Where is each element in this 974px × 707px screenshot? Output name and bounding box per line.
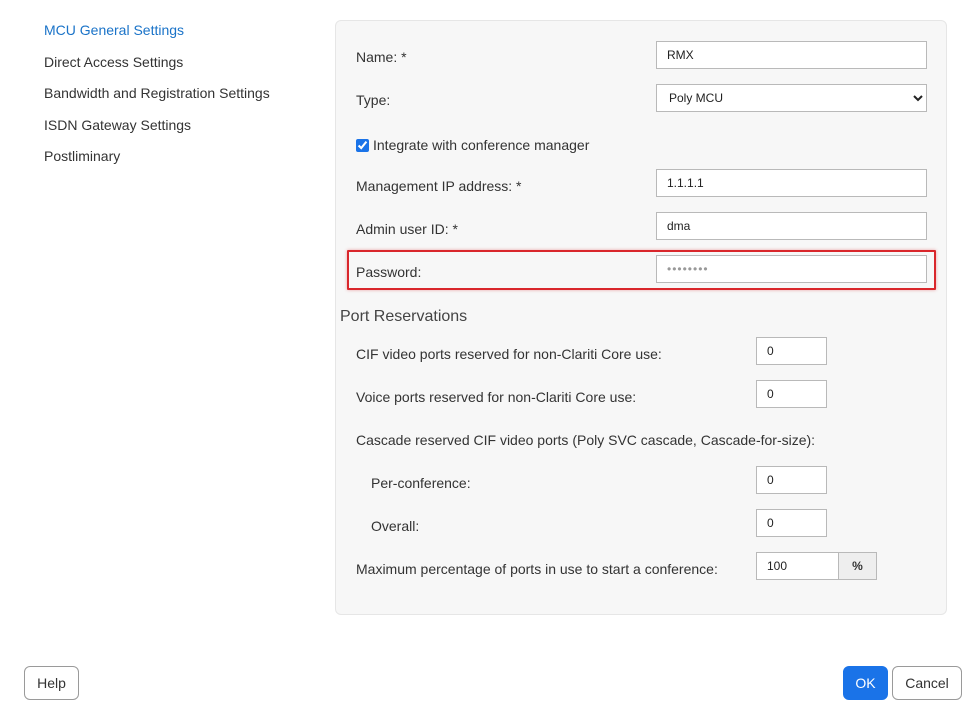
settings-nav: MCU General Settings Direct Access Setti… xyxy=(44,20,270,178)
name-label: Name: * xyxy=(356,49,407,65)
nav-item-postliminary[interactable]: Postliminary xyxy=(44,146,270,178)
per-conference-input[interactable] xyxy=(756,466,827,494)
type-label: Type: xyxy=(356,92,391,108)
voice-ports-label: Voice ports reserved for non-Clariti Cor… xyxy=(356,389,637,405)
nav-item-direct-access-settings[interactable]: Direct Access Settings xyxy=(44,52,270,84)
name-input[interactable] xyxy=(656,41,927,69)
max-percentage-input[interactable] xyxy=(756,552,839,580)
per-conference-label: Per-conference: xyxy=(371,475,471,491)
ok-button[interactable]: OK xyxy=(843,666,888,700)
integrate-label[interactable]: Integrate with conference manager xyxy=(373,137,589,153)
settings-panel: Name: * Type: Poly MCU Integrate with co… xyxy=(335,20,947,615)
voice-ports-input[interactable] xyxy=(756,380,827,408)
cancel-button[interactable]: Cancel xyxy=(892,666,962,700)
help-button[interactable]: Help xyxy=(24,666,79,700)
type-select[interactable]: Poly MCU xyxy=(656,84,927,112)
integrate-checkbox[interactable] xyxy=(356,138,369,152)
admin-user-input[interactable] xyxy=(656,212,927,240)
nav-item-isdn-gateway-settings[interactable]: ISDN Gateway Settings xyxy=(44,115,270,147)
nav-item-mcu-general-settings[interactable]: MCU General Settings xyxy=(44,20,270,52)
cif-ports-input[interactable] xyxy=(756,337,827,365)
cif-ports-label: CIF video ports reserved for non-Clariti… xyxy=(356,346,662,362)
admin-user-label: Admin user ID: * xyxy=(356,221,458,237)
overall-label: Overall: xyxy=(371,518,420,534)
cascade-ports-label: Cascade reserved CIF video ports (Poly S… xyxy=(356,432,816,448)
port-reservations-title: Port Reservations xyxy=(340,308,468,325)
mgmt-ip-label: Management IP address: * xyxy=(356,178,522,194)
overall-input[interactable] xyxy=(756,509,827,537)
nav-item-bandwidth-registration-settings[interactable]: Bandwidth and Registration Settings xyxy=(44,83,270,115)
mgmt-ip-input[interactable] xyxy=(656,169,927,197)
integrate-row: Integrate with conference manager xyxy=(356,135,589,155)
password-input[interactable] xyxy=(656,255,927,283)
max-percentage-label: Maximum percentage of ports in use to st… xyxy=(356,561,718,577)
password-label: Password: xyxy=(356,264,422,280)
percent-addon: % xyxy=(839,552,877,580)
